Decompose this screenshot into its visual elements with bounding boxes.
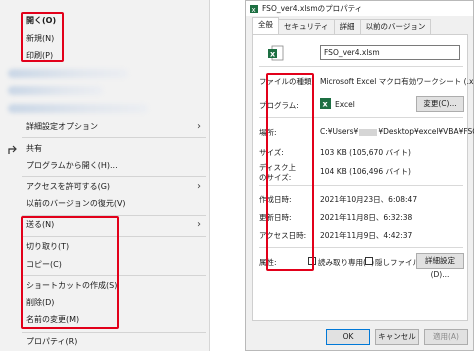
highlight-box-middle — [21, 216, 119, 329]
highlight-box-top — [21, 12, 64, 62]
blurred-menu-item — [8, 104, 148, 113]
menu-item-label: プログラムから開く(H)... — [26, 161, 118, 170]
excel-app-icon: x — [320, 98, 331, 109]
divider — [259, 66, 463, 67]
menu-item-label: 以前のバージョンの復元(V) — [26, 199, 126, 208]
menu-item-share[interactable]: 共有 — [0, 140, 210, 157]
cancel-button[interactable]: キャンセル — [375, 329, 419, 345]
dialog-titlebar: x FSO_ver4.xlsmのプロパティ — [246, 1, 473, 16]
menu-item-open-with[interactable]: プログラムから開く(H)... — [0, 157, 210, 174]
tab-general[interactable]: 全般 — [252, 17, 279, 34]
context-menu: 開く(O) 新規(N) 印刷(P) 詳細設定オプション › 共有 プログラムから… — [0, 0, 210, 351]
menu-item-restore-previous[interactable]: 以前のバージョンの復元(V) — [0, 195, 210, 212]
general-panel: x FSO_ver4.xlsm ファイルの種類: Microsoft Excel… — [252, 34, 474, 321]
change-program-button[interactable]: 変更(C)... — [416, 96, 464, 112]
menu-item-advanced-options[interactable]: 詳細設定オプション › — [0, 118, 210, 135]
location-suffix: ¥Desktop¥excel¥VBA¥FSO — [378, 127, 474, 136]
ok-button[interactable]: OK — [326, 329, 370, 345]
menu-separator — [22, 176, 206, 177]
value-program: Excel — [335, 100, 355, 109]
dialog-title: FSO_ver4.xlsmのプロパティ — [262, 4, 363, 13]
advanced-attributes-button[interactable]: 詳細設定(D)... — [416, 253, 464, 279]
dialog-footer: OK キャンセル 適用(A) — [246, 321, 473, 351]
location-prefix: C:¥Users¥ — [320, 127, 359, 136]
menu-item-label: アクセスを許可する(G) — [26, 182, 111, 191]
blurred-menu-item — [8, 86, 103, 95]
value-created: 2021年10月23日、6:08:47 — [320, 195, 418, 204]
value-size: 103 KB (105,670 バイト) — [320, 148, 411, 157]
menu-separator — [22, 137, 206, 138]
svg-text:x: x — [252, 6, 256, 14]
redacted-username — [359, 128, 378, 136]
tab-details[interactable]: 詳細 — [333, 19, 361, 34]
value-location: C:¥Users¥ ¥Desktop¥excel¥VBA¥FSO — [320, 127, 474, 136]
tab-security[interactable]: セキュリティ — [278, 19, 335, 34]
tab-previous-versions[interactable]: 以前のバージョン — [359, 19, 432, 34]
menu-item-properties[interactable]: プロパティ(R) — [0, 333, 210, 350]
highlight-box-labels — [266, 73, 314, 271]
menu-item-grant-access[interactable]: アクセスを許可する(G) › — [0, 178, 210, 195]
value-file-type: Microsoft Excel マクロ有効ワークシート (.xlsm) — [320, 77, 474, 86]
excel-file-icon: x — [250, 4, 258, 14]
value-size-on-disk: 104 KB (106,496 バイト) — [320, 167, 411, 176]
properties-dialog: x FSO_ver4.xlsmのプロパティ 全般 セキュリティ 詳細 以前のバー… — [245, 0, 474, 351]
chevron-right-icon: › — [197, 181, 201, 192]
menu-item-label: 共有 — [26, 144, 42, 153]
chevron-right-icon: › — [197, 121, 201, 132]
apply-button[interactable]: 適用(A) — [424, 329, 468, 345]
svg-text:x: x — [270, 50, 276, 59]
menu-item-label: 詳細設定オプション — [26, 122, 98, 131]
excel-file-icon: x — [268, 45, 284, 61]
svg-text:x: x — [323, 100, 329, 109]
dialog-tabs: 全般 セキュリティ 詳細 以前のバージョン — [252, 17, 432, 35]
value-modified: 2021年11月8日、6:32:38 — [320, 213, 413, 222]
file-name-field[interactable]: FSO_ver4.xlsm — [320, 45, 460, 60]
share-icon — [8, 145, 17, 154]
blurred-menu-item — [8, 69, 128, 78]
value-accessed: 2021年11月9日、4:42:37 — [320, 231, 413, 240]
menu-item-label: プロパティ(R) — [26, 337, 78, 346]
chevron-right-icon: › — [197, 219, 201, 230]
hidden-checkbox[interactable] — [365, 257, 373, 265]
